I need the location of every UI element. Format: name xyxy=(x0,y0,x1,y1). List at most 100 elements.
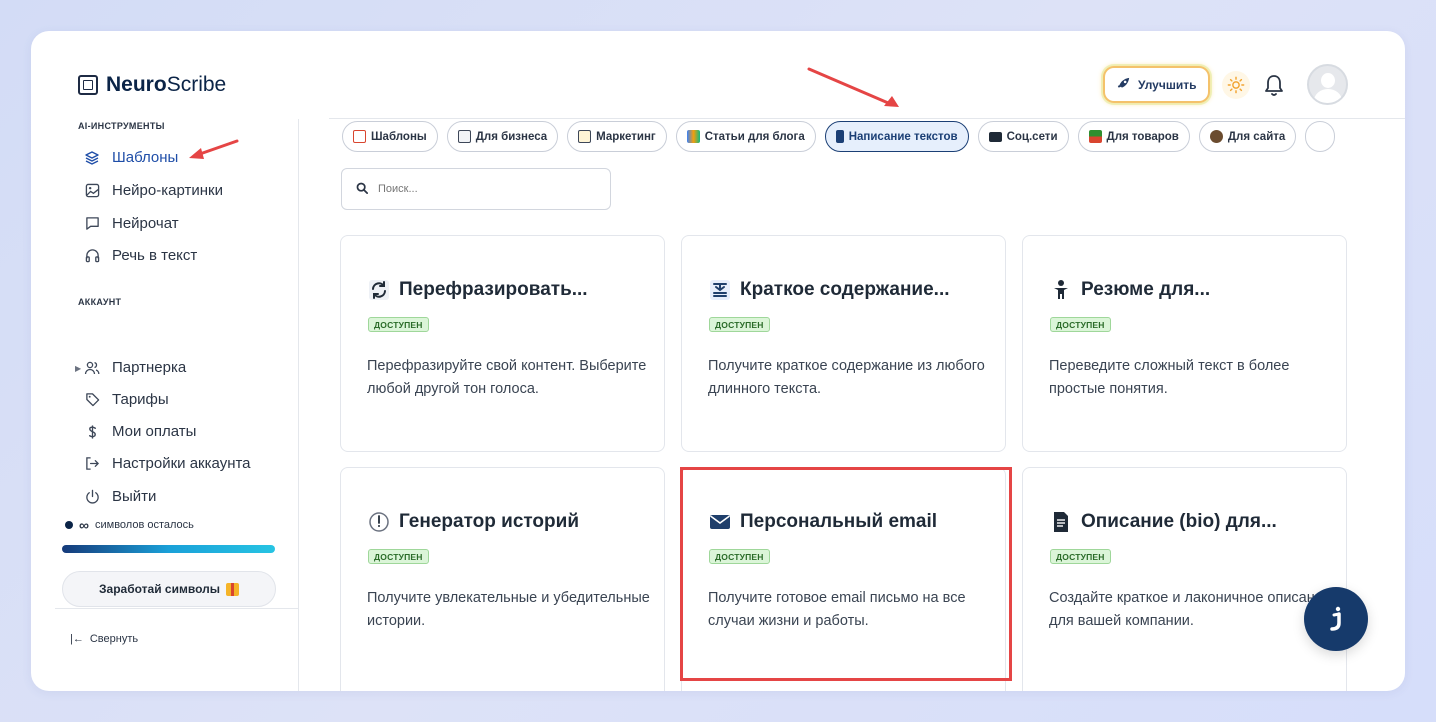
sidebar-item-templates[interactable]: Шаблоны xyxy=(84,149,178,166)
credits-progress-fill xyxy=(62,545,275,553)
chip-templates[interactable]: Шаблоны xyxy=(342,121,438,152)
status-badge: ДОСТУПЕН xyxy=(709,317,770,332)
chip-blog-articles[interactable]: Статьи для блога xyxy=(675,121,816,152)
ledger-icon xyxy=(1088,130,1102,143)
users-icon xyxy=(84,360,100,376)
chip-label: Маркетинг xyxy=(596,130,656,143)
logo-text: NeuroScribe xyxy=(106,73,226,97)
card-description: Перефразируйте свой контент. Выберите лю… xyxy=(367,358,647,397)
chip-products[interactable]: Для товаров xyxy=(1077,121,1190,152)
chip-label: Для товаров xyxy=(1106,130,1179,143)
rocket-icon xyxy=(1117,77,1130,93)
sidebar-item-label: Выйти xyxy=(112,488,157,505)
avatar[interactable] xyxy=(1307,64,1348,105)
headphones-icon xyxy=(84,248,100,264)
phone-icon xyxy=(835,130,844,143)
sidebar-item-neurochat[interactable]: Нейрочат xyxy=(84,215,179,232)
logo[interactable]: NeuroScribe xyxy=(78,73,226,97)
upgrade-button[interactable]: Улучшить xyxy=(1105,68,1209,101)
card-description: Получите краткое содержание из любого дл… xyxy=(708,358,985,397)
card-title-text: Краткое содержание... xyxy=(740,279,950,300)
credits-value: ∞ xyxy=(79,517,89,533)
sidebar-item-account-settings[interactable]: Настройки аккаунта xyxy=(84,455,251,472)
template-card-story-generator[interactable]: Генератор историй ДОСТУПЕН Получите увле… xyxy=(340,467,665,691)
sidebar-item-tariffs[interactable]: Тарифы xyxy=(84,391,169,408)
credits-text: символов осталось xyxy=(94,519,194,531)
sidebar-item-label: Партнерка xyxy=(112,359,187,376)
chip-label: Для сайта xyxy=(1227,130,1286,143)
chip-label: Для бизнеса xyxy=(475,130,548,143)
clock-icon xyxy=(367,511,391,533)
card-title-text: Генератор историй xyxy=(399,511,580,532)
child-icon xyxy=(1049,279,1073,301)
sidebar-item-label: Шаблоны xyxy=(112,149,179,166)
sidebar-item-partner[interactable]: Партнерка xyxy=(84,359,186,376)
card-title: Перефразировать... xyxy=(367,279,588,301)
sidebar-item-label: Тарифы xyxy=(112,391,169,408)
collapse-button[interactable]: |← Свернуть xyxy=(70,633,138,645)
section-title-tools: AI-ИНСТРУМЕНТЫ xyxy=(78,121,165,131)
sidebar-item-neuro-images[interactable]: Нейро-картинки xyxy=(84,182,223,199)
document-icon xyxy=(457,130,471,143)
bell-icon[interactable] xyxy=(1263,73,1285,97)
template-card-personal-email[interactable]: Персональный email ДОСТУПЕН Получите гот… xyxy=(681,467,1006,691)
caret-right-icon[interactable]: ▶ xyxy=(75,364,81,373)
sidebar-item-logout[interactable]: Выйти xyxy=(84,488,156,505)
card-title: Персональный email xyxy=(708,511,937,533)
logo-rest: Scribe xyxy=(166,73,227,96)
search-input[interactable] xyxy=(378,183,578,195)
template-card-summary[interactable]: Краткое содержание... ДОСТУПЕН Получите … xyxy=(681,235,1006,452)
dollar-icon xyxy=(84,424,100,440)
chip-more[interactable] xyxy=(1305,121,1336,152)
search-icon xyxy=(356,182,368,197)
chip-label: Соц.сети xyxy=(1006,130,1058,143)
card-title-text: Резюме для... xyxy=(1081,279,1211,300)
compress-icon xyxy=(708,279,732,301)
earn-label: Заработай символы xyxy=(99,582,220,596)
section-title-account: АККАУНТ xyxy=(78,297,122,307)
chip-marketing[interactable]: Маркетинг xyxy=(567,121,667,152)
card-title: Генератор историй xyxy=(367,511,579,533)
template-card-bio[interactable]: Описание (bio) для... ДОСТУПЕН Создайте … xyxy=(1022,467,1347,691)
document-icon xyxy=(1049,511,1073,533)
card-title-text: Описание (bio) для... xyxy=(1081,511,1277,532)
collapse-arrow-icon: |← xyxy=(70,633,84,645)
logo-bold: Neuro xyxy=(106,73,167,96)
upgrade-label: Улучшить xyxy=(1138,77,1197,92)
chart-icon xyxy=(353,130,366,143)
chip-social[interactable]: Соц.сети xyxy=(977,121,1069,152)
chip-label: Статьи для блога xyxy=(704,130,805,143)
chip-business[interactable]: Для бизнеса xyxy=(446,121,559,152)
chip-text-writing[interactable]: Написание текстов xyxy=(824,121,969,152)
sidebar-item-speech-to-text[interactable]: Речь в текст xyxy=(84,247,197,264)
card-title-text: Персональный email xyxy=(740,511,938,532)
template-card-rephrase[interactable]: Перефразировать... ДОСТУПЕН Перефразируй… xyxy=(340,235,665,452)
template-card-eli5[interactable]: Резюме для... ДОСТУПЕН Переведите сложны… xyxy=(1022,235,1347,452)
collapse-label: Свернуть xyxy=(89,633,139,645)
app-window: NeuroScribe Улучшить AI-ИНСТРУМЕНТЫ Шабл… xyxy=(31,31,1405,691)
sidebar: AI-ИНСТРУМЕНТЫ Шаблоны Нейро-картинки Не… xyxy=(31,119,299,691)
status-dot xyxy=(65,521,73,529)
chat-logo-icon xyxy=(1330,606,1341,631)
logo-icon xyxy=(78,75,98,95)
earn-credits-button[interactable]: Заработай символы xyxy=(62,571,276,607)
card-title-text: Перефразировать... xyxy=(399,279,588,300)
status-badge: ДОСТУПЕН xyxy=(1050,317,1111,332)
chip-website[interactable]: Для сайта xyxy=(1198,121,1297,152)
status-badge: ДОСТУПЕН xyxy=(368,549,429,564)
chat-widget-button[interactable] xyxy=(1304,587,1368,651)
annotation-arrow-top xyxy=(807,67,899,107)
login-icon xyxy=(84,456,100,472)
chip-label: Шаблоны xyxy=(371,130,427,143)
mask-icon xyxy=(1209,130,1223,143)
tag-icon xyxy=(84,392,100,408)
sidebar-item-label: Речь в текст xyxy=(112,247,198,264)
search-box[interactable] xyxy=(341,168,611,210)
sidebar-item-label: Нейрочат xyxy=(112,215,179,232)
category-chips: Шаблоны Для бизнеса Маркетинг Статьи для… xyxy=(342,121,1379,154)
sidebar-item-payments[interactable]: Мои оплаты xyxy=(84,423,196,440)
credits-progress-bar xyxy=(62,545,275,553)
card-title: Резюме для... xyxy=(1049,279,1210,301)
chip-label: Написание текстов xyxy=(848,130,958,143)
theme-toggle-sun-icon[interactable] xyxy=(1222,71,1250,99)
